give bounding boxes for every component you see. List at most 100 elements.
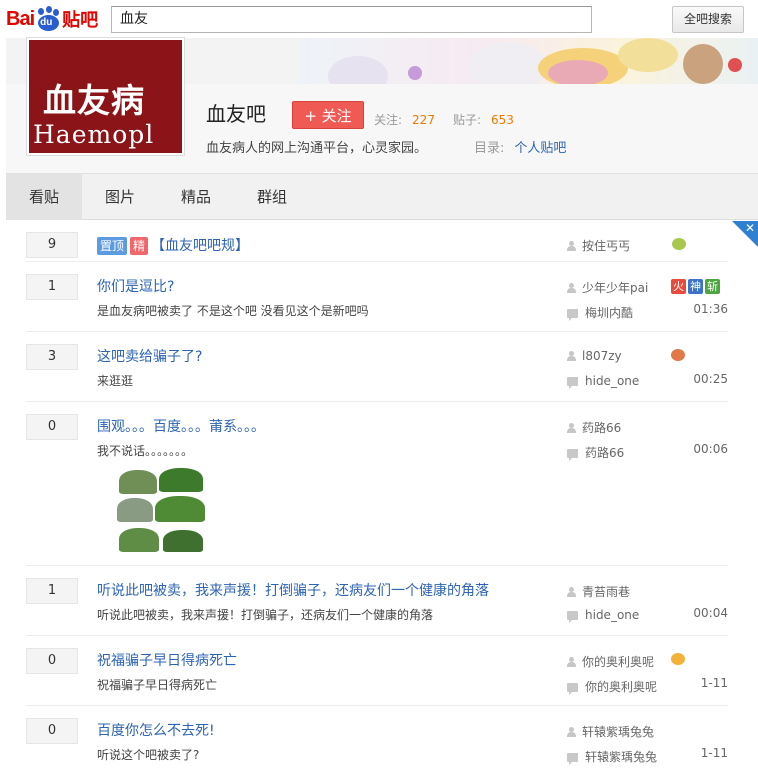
good-tag: 精 xyxy=(130,237,149,255)
thread-title[interactable]: 你们是逗比? xyxy=(97,276,174,296)
reply-count: 0 xyxy=(26,414,78,440)
reply-count: 1 xyxy=(26,578,78,604)
thread-thumbnail-image[interactable] xyxy=(117,468,205,554)
last-reply-user[interactable]: hide_one xyxy=(567,608,640,623)
forum-avatar[interactable]: 血友病 Haemopl xyxy=(27,38,184,155)
last-reply-user[interactable]: hide_one xyxy=(567,374,640,389)
thread-author[interactable]: 药路66 xyxy=(567,419,621,436)
author-name: 你的奥利奥呢 xyxy=(582,655,655,669)
thread-row[interactable]: 1 你们是逗比? 是血友病吧被卖了 不是这个吧 没看见这个是新吧吗 少年少年pa… xyxy=(26,262,728,332)
user-icon xyxy=(567,727,576,737)
followers-label: 关注: xyxy=(374,113,403,127)
thread-excerpt: 听说此吧被卖，我来声援！打倒骗子，还病友们一个健康的角落 xyxy=(97,608,434,622)
user-icon xyxy=(567,351,576,361)
thread-title[interactable]: 听说此吧被卖，我来声援！打倒骗子，还病友们一个健康的角落 xyxy=(97,580,489,600)
posts-label: 贴子: xyxy=(452,113,481,127)
last-reply-name: 轩辕紫瑀兔兔 xyxy=(585,750,658,764)
tab-images[interactable]: 图片 xyxy=(82,174,158,220)
search-all-forums-button[interactable]: 全吧搜索 xyxy=(672,6,744,33)
tab-featured[interactable]: 精品 xyxy=(158,174,234,220)
author-name: 少年少年pai xyxy=(582,281,649,295)
thread-title[interactable]: 这吧卖给骗子了? xyxy=(97,346,202,366)
level-badge-icon xyxy=(671,653,685,665)
reply-icon xyxy=(567,683,578,695)
reply-icon xyxy=(567,377,578,389)
last-reply-name: 梅圳内酷 xyxy=(585,306,634,320)
reply-count: 0 xyxy=(26,648,78,674)
thread-author[interactable]: 你的奥利奥呢 xyxy=(567,653,654,670)
thread-row[interactable]: 0 祝福骗子早日得病死亡 祝福骗子早日得病死亡 你的奥利奥呢 你的奥利奥呢 1-… xyxy=(26,636,728,706)
logo-tieba-text: 贴吧 xyxy=(62,10,99,31)
thread-row[interactable]: 0 围观。。。百度。。。莆系。。。 我不说话。。。。。。。 药路66 药路66 … xyxy=(26,402,728,566)
last-reply-time: 00:04 xyxy=(693,606,728,620)
thread-title[interactable]: 祝福骗子早日得病死亡 xyxy=(97,650,237,670)
thread-excerpt: 来逛逛 xyxy=(97,374,134,388)
author-name: 按住丐丐 xyxy=(582,239,631,253)
thread-author[interactable]: l807zy xyxy=(567,349,622,363)
last-reply-time: 1-11 xyxy=(700,746,728,760)
thread-title[interactable]: 围观。。。百度。。。莆系。。。 xyxy=(97,416,265,436)
author-name: 青苔雨巷 xyxy=(582,585,631,599)
logo-du-text: du xyxy=(40,17,53,28)
last-reply-user[interactable]: 轩辕紫瑀兔兔 xyxy=(567,748,657,765)
level-badge-icon xyxy=(672,238,686,250)
last-reply-name: 药路66 xyxy=(585,446,625,460)
posts-count: 653 xyxy=(491,113,514,127)
top-search-bar: Bai du 贴吧 血友 全吧搜索 xyxy=(0,0,758,38)
reply-count: 1 xyxy=(26,274,78,300)
thread-title[interactable]: 置顶精【血友吧吧规】 xyxy=(97,235,249,255)
last-reply-user[interactable]: 药路66 xyxy=(567,444,624,461)
pinned-tag: 置顶 xyxy=(97,237,128,255)
user-icon xyxy=(567,657,576,667)
search-input[interactable]: 血友 xyxy=(111,6,592,33)
reply-count: 0 xyxy=(26,718,78,744)
baidu-paw-icon: du xyxy=(35,6,61,32)
banner-illustration xyxy=(298,38,758,84)
last-reply-name: hide_one xyxy=(585,374,640,388)
thread-author[interactable]: 轩辕紫瑀兔兔 xyxy=(567,723,654,740)
reply-icon xyxy=(567,309,578,321)
forum-name: 血友吧 xyxy=(206,102,266,126)
thread-excerpt: 听说这个吧被卖了? xyxy=(97,748,200,762)
thread-title[interactable]: 百度你怎么不去死! xyxy=(97,720,215,740)
forum-slogan: 血友病人的网上沟通平台，心灵家园。 xyxy=(206,141,428,156)
followers-count: 227 xyxy=(412,113,435,127)
thread-list: ✕ 9 置顶精【血友吧吧规】 按住丐丐 1 你们是逗比? 是血友病吧被卖了 不是… xyxy=(6,221,758,770)
author-name: 药路66 xyxy=(582,421,622,435)
last-reply-user[interactable]: 梅圳内酷 xyxy=(567,304,633,321)
last-reply-name: 你的奥利奥呢 xyxy=(585,680,658,694)
forum-directory: 目录: 个人贴吧 xyxy=(474,137,566,156)
reply-icon xyxy=(567,611,578,623)
thread-row[interactable]: 9 置顶精【血友吧吧规】 按住丐丐 xyxy=(26,221,728,262)
last-reply-name: hide_one xyxy=(585,608,640,622)
directory-label: 目录: xyxy=(474,141,505,156)
thread-excerpt: 是血友病吧被卖了 不是这个吧 没看见这个是新吧吗 xyxy=(97,304,369,318)
tab-groups[interactable]: 群组 xyxy=(234,174,310,220)
fire-badge: 火 xyxy=(671,279,686,294)
thread-excerpt: 我不说话。。。。。。。 xyxy=(97,444,194,458)
thread-excerpt: 祝福骗子早日得病死亡 xyxy=(97,678,218,692)
forum-avatar-text: 血友病 xyxy=(43,81,145,120)
user-icon xyxy=(567,241,576,251)
thread-author[interactable]: 少年少年pai xyxy=(567,279,648,296)
last-reply-user[interactable]: 你的奥利奥呢 xyxy=(567,678,657,695)
reply-icon xyxy=(567,753,578,765)
baidu-tieba-logo[interactable]: Bai du 贴吧 xyxy=(6,4,98,34)
directory-link[interactable]: 个人贴吧 xyxy=(514,141,566,156)
thread-row[interactable]: 0 百度你怎么不去死! 听说这个吧被卖了? 轩辕紫瑀兔兔 轩辕紫瑀兔兔 1-11 xyxy=(26,706,728,770)
user-icon xyxy=(567,423,576,433)
tab-posts[interactable]: 看贴 xyxy=(6,174,82,220)
thread-row[interactable]: 1 听说此吧被卖，我来声援！打倒骗子，还病友们一个健康的角落 听说此吧被卖，我来… xyxy=(26,566,728,636)
forum-avatar-latin: Haemopl xyxy=(33,120,155,149)
thread-author[interactable]: 青苔雨巷 xyxy=(567,583,630,600)
user-icon xyxy=(567,283,576,293)
close-icon[interactable]: ✕ xyxy=(745,221,755,235)
thread-row[interactable]: 3 这吧卖给骗子了? 来逛逛 l807zy hide_one 00:25 xyxy=(26,332,728,402)
author-name: 轩辕紫瑀兔兔 xyxy=(582,725,655,739)
last-reply-time: 00:25 xyxy=(693,372,728,386)
last-reply-time: 1-11 xyxy=(700,676,728,690)
thread-title-text: 【血友吧吧规】 xyxy=(151,238,250,254)
thread-author[interactable]: 按住丐丐 xyxy=(567,237,630,254)
logo-bai-text: Bai xyxy=(6,7,35,30)
follow-button[interactable]: + 关注 xyxy=(292,101,364,129)
